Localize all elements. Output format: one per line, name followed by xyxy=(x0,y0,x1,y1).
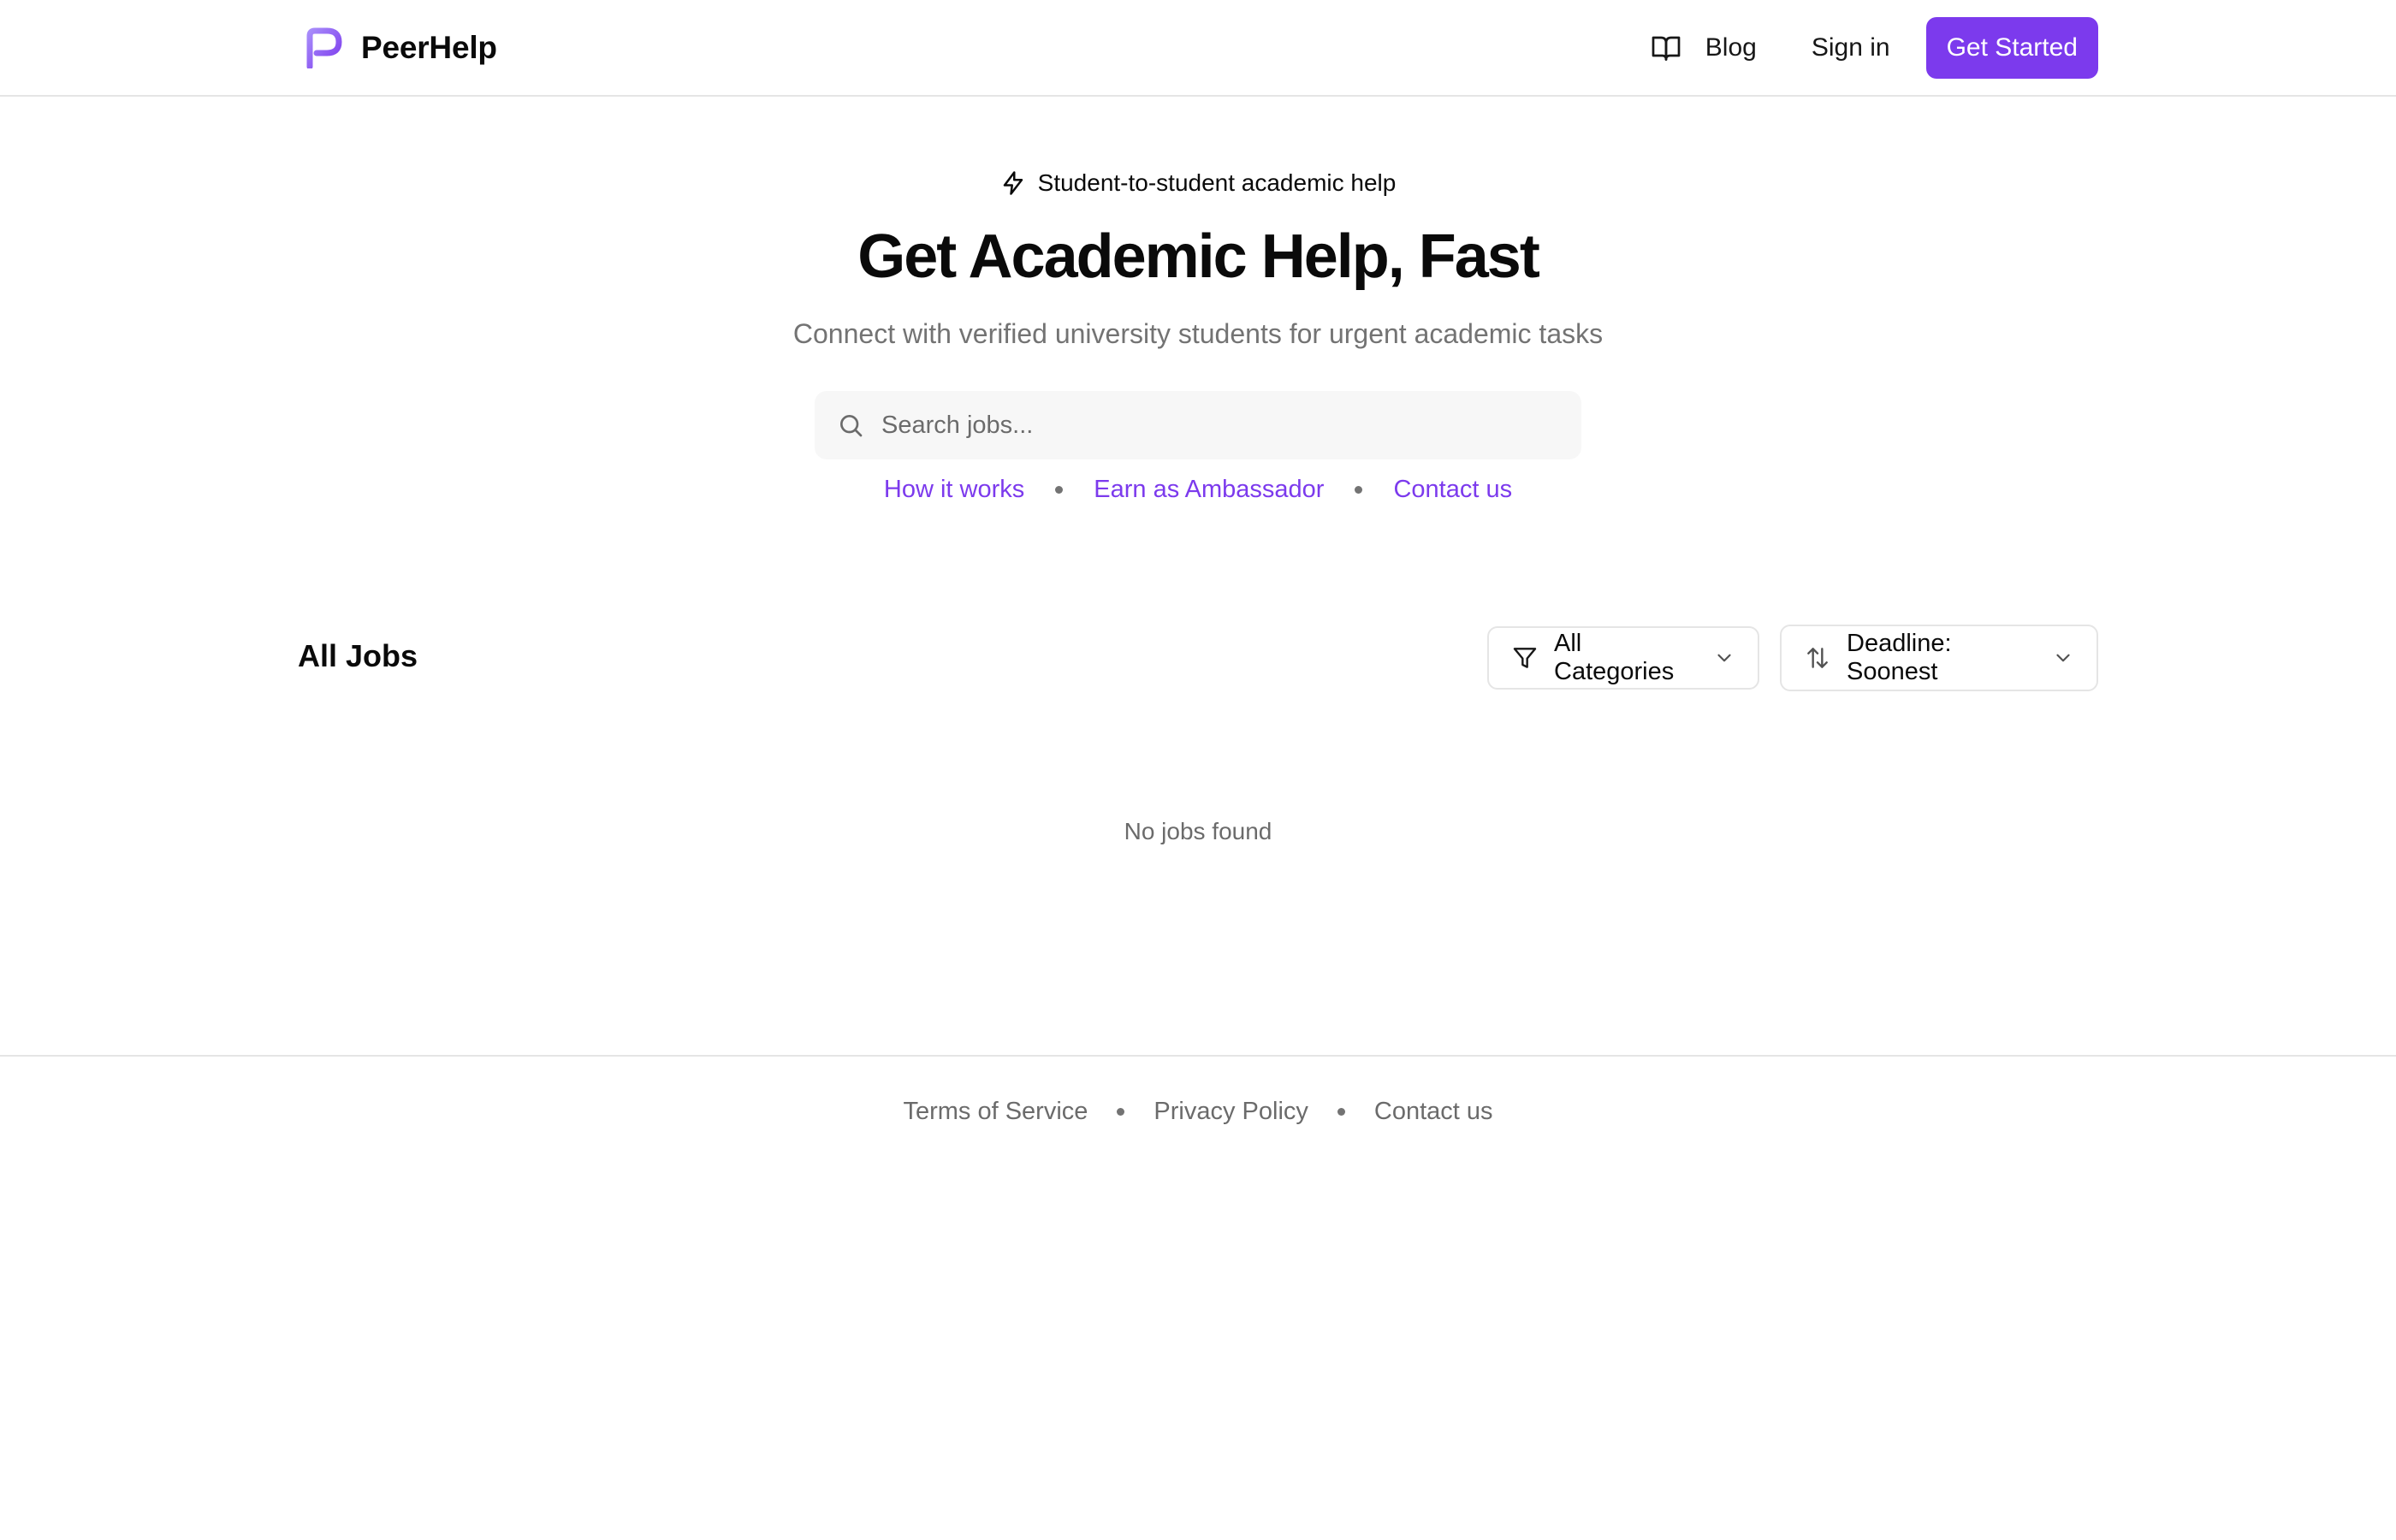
earn-ambassador-link[interactable]: Earn as Ambassador xyxy=(1094,476,1324,504)
brand-logo[interactable]: PeerHelp xyxy=(305,26,497,70)
page-title: Get Academic Help, Fast xyxy=(857,222,1540,291)
search-bar xyxy=(815,391,1581,459)
filter-icon xyxy=(1513,648,1537,668)
chevron-down-icon xyxy=(1717,654,1731,662)
sort-arrows-icon xyxy=(1807,648,1828,668)
footer-links: Terms of Service Privacy Policy Contact … xyxy=(0,1098,2396,1126)
separator-dot xyxy=(1355,486,1363,494)
brand-name: PeerHelp xyxy=(361,30,497,65)
hero-section: Student-to-student academic help Get Aca… xyxy=(0,163,2396,350)
hero-links: How it works Earn as Ambassador Contact … xyxy=(0,476,2396,504)
contact-us-link[interactable]: Contact us xyxy=(1393,476,1512,504)
site-header: PeerHelp Blog Sign in Get Started xyxy=(0,0,2396,97)
hero-eyebrow-text: Student-to-student academic help xyxy=(1037,169,1397,196)
jobs-section-title: All Jobs xyxy=(298,638,418,673)
footer-contact-link[interactable]: Contact us xyxy=(1374,1098,1493,1126)
chevron-down-icon xyxy=(2056,654,2070,662)
search-input[interactable] xyxy=(881,411,1549,440)
sort-select[interactable]: Deadline: Soonest xyxy=(1780,625,2098,691)
hero-subtitle: Connect with verified university student… xyxy=(792,318,1604,349)
top-nav: Blog Sign in Get Started xyxy=(1651,17,2098,79)
separator-dot xyxy=(1055,486,1064,494)
sign-in-link[interactable]: Sign in xyxy=(1812,33,1890,62)
how-it-works-link[interactable]: How it works xyxy=(884,476,1024,504)
hero-eyebrow: Student-to-student academic help xyxy=(1000,163,1397,204)
empty-state-text: No jobs found xyxy=(1124,818,1272,844)
search-icon xyxy=(840,415,863,437)
separator-dot xyxy=(1337,1108,1345,1116)
site-footer: Terms of Service Privacy Policy Contact … xyxy=(0,1055,2396,1540)
get-started-button[interactable]: Get Started xyxy=(1925,17,2098,79)
sort-value: Deadline: Soonest xyxy=(1847,630,1952,685)
privacy-link[interactable]: Privacy Policy xyxy=(1154,1098,1308,1126)
category-filter-select[interactable]: All Categories xyxy=(1487,626,1759,690)
blog-label: Blog xyxy=(1705,33,1757,62)
lightning-icon xyxy=(1003,171,1023,195)
peerhelp-logo-icon xyxy=(306,27,342,68)
book-open-icon xyxy=(1652,36,1681,61)
category-filter-value: All Categories xyxy=(1554,630,1675,685)
terms-link[interactable]: Terms of Service xyxy=(903,1098,1088,1126)
separator-dot xyxy=(1117,1108,1125,1116)
blog-link[interactable]: Blog xyxy=(1651,33,1757,63)
